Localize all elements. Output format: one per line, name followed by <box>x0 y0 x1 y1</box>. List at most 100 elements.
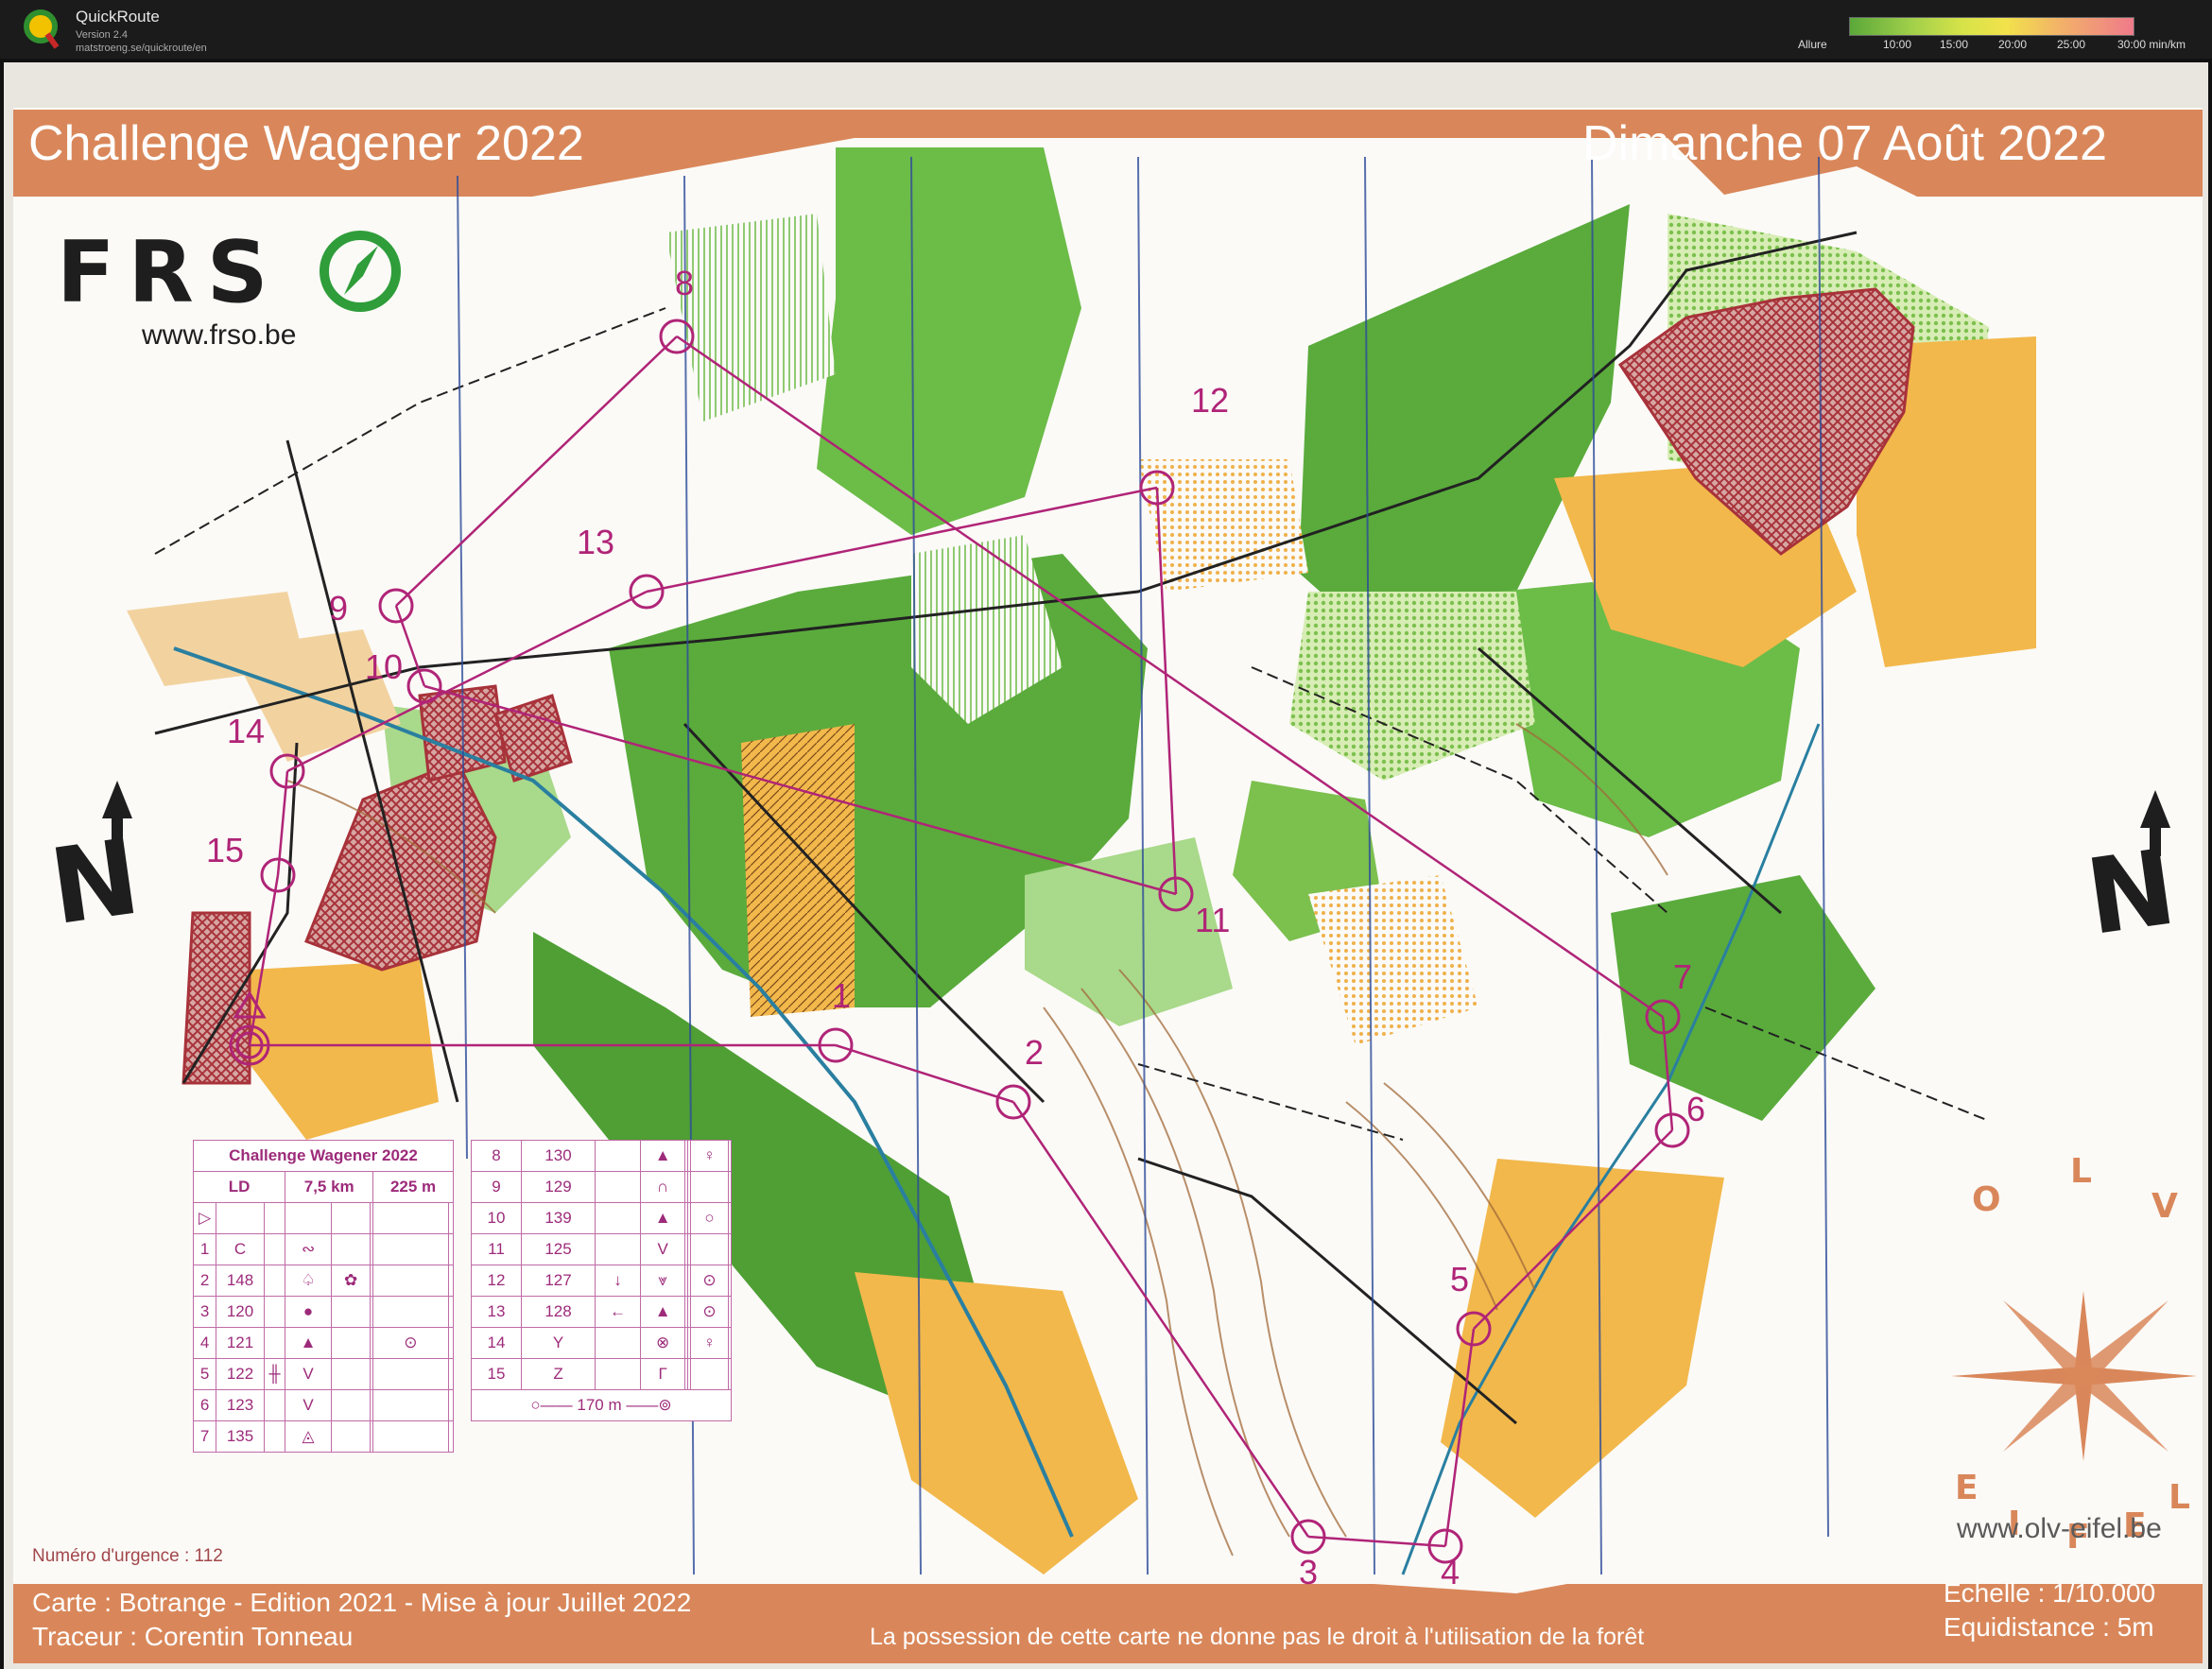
cd-symbol-icon: ∾ <box>285 1233 332 1265</box>
pace-tick: 30:00 min/km <box>2117 38 2186 51</box>
cd-control-code: 122 <box>216 1358 265 1390</box>
cd-control-number: 15 <box>471 1358 522 1390</box>
cd-symbol-icon: ∩ <box>639 1171 686 1203</box>
app-version: Version 2.4 <box>76 29 129 41</box>
cd-start-icon: ▷ <box>192 1202 217 1234</box>
cd-control-code: 129 <box>520 1171 596 1203</box>
cd-symbol-icon: ⊗ <box>639 1327 686 1359</box>
cd-control-number: 9 <box>471 1171 522 1203</box>
control-number: 9 <box>329 589 348 628</box>
north-letter: N <box>2080 826 2183 958</box>
cd-control-number: 5 <box>192 1358 217 1390</box>
cd-symbol-icon: V <box>639 1233 686 1265</box>
quickroute-logo-icon <box>24 9 60 49</box>
control-number: 4 <box>1441 1553 1460 1592</box>
cd-control-code: 128 <box>520 1296 596 1328</box>
map-scale: Echelle : 1/10.000 <box>1944 1578 2156 1608</box>
pace-tick: 20:00 <box>1998 38 2028 51</box>
cd-control-code: 120 <box>216 1296 265 1328</box>
cd-control-code: 125 <box>520 1233 596 1265</box>
cd-control-code: C <box>216 1233 265 1265</box>
cd-control-code: 148 <box>216 1265 265 1297</box>
cd-control-number: 14 <box>471 1327 522 1359</box>
pace-tick: 25:00 <box>2057 38 2086 51</box>
cd-distance: 7,5 km <box>285 1171 374 1203</box>
cd-finish-distance: 170 m <box>577 1396 622 1414</box>
control-number: 2 <box>1025 1033 1044 1072</box>
control-number: 10 <box>365 647 403 686</box>
contour-interval: Equidistance : 5m <box>1944 1612 2154 1642</box>
map-title: Challenge Wagener 2022 <box>28 116 584 171</box>
cd-control-number: 4 <box>192 1327 217 1359</box>
cd-symbol-icon: ⊙ <box>689 1296 730 1328</box>
cd-symbol-icon: ○ <box>689 1202 730 1234</box>
open-land-area <box>741 724 855 1017</box>
pace-legend-label: Allure <box>1798 38 1827 51</box>
cd-symbol-icon: ♀ <box>689 1140 730 1172</box>
cd-control-code: 139 <box>520 1202 596 1234</box>
club-letter: E <box>1955 1469 1979 1507</box>
club-letter: L <box>2070 1152 2092 1191</box>
cd-symbol-icon: ⊙ <box>689 1265 730 1297</box>
cd-symbol-icon: ⩔ <box>639 1265 686 1297</box>
pace-tick: 15:00 <box>1940 38 1969 51</box>
cd-control-code: 127 <box>520 1265 596 1297</box>
control-number: 8 <box>675 264 694 302</box>
app-url: matstroeng.se/quickroute/en <box>76 43 207 54</box>
cd-control-number: 13 <box>471 1296 522 1328</box>
club-letter: V <box>2152 1187 2178 1226</box>
federation-logo-text: FRS <box>57 223 282 322</box>
cd-symbol-icon: ▲ <box>285 1327 332 1359</box>
cd-control-number: 7 <box>192 1420 217 1453</box>
cd-control-number: 8 <box>471 1140 522 1172</box>
cd-symbol-icon: ▲ <box>639 1140 686 1172</box>
federation-url: www.frso.be <box>142 319 297 351</box>
control-number: 11 <box>1195 901 1230 939</box>
cd-control-number: 12 <box>471 1265 522 1297</box>
control-number: 14 <box>227 712 265 750</box>
open-land-area <box>250 960 439 1140</box>
control-number: 12 <box>1191 381 1229 420</box>
control-number: 3 <box>1299 1553 1318 1592</box>
cd-title: Challenge Wagener 2022 <box>193 1140 454 1172</box>
cd-control-code: 135 <box>216 1420 265 1453</box>
control-description-right: 8 130 ▲ ♀ 9 129 ∩ 10 139 ▲ ○ 11 125 V 12 127 ↓ ⩔ ⊙ 13 1… <box>471 1140 732 1421</box>
cd-finish-row: ○—— 170 m ——⊚ <box>471 1389 732 1421</box>
cd-symbol-icon: Γ <box>639 1358 686 1390</box>
cd-symbol-icon: ♤ <box>285 1265 332 1297</box>
control-number: 13 <box>577 523 614 561</box>
course-setter: Traceur : Corentin Tonneau <box>32 1622 354 1651</box>
cd-control-number: 1 <box>192 1233 217 1265</box>
cd-control-code: Z <box>520 1358 596 1390</box>
control-number: 7 <box>1673 957 1692 996</box>
control-number: 1 <box>832 976 851 1015</box>
cd-control-code: Y <box>520 1327 596 1359</box>
cd-symbol-icon: ♀ <box>689 1327 730 1359</box>
cd-symbol-icon: ● <box>285 1296 332 1328</box>
cd-symbol-icon: V <box>285 1389 332 1421</box>
cd-control-number: 3 <box>192 1296 217 1328</box>
map-info: Carte : Botrange - Edition 2021 - Mise à… <box>32 1588 692 1617</box>
usage-notice: La possession de cette carte ne donne pa… <box>870 1624 1645 1650</box>
cd-symbol-icon: ▲ <box>639 1296 686 1328</box>
cd-control-number: 6 <box>192 1389 217 1421</box>
control-number: 15 <box>206 831 244 869</box>
control-number: 6 <box>1686 1090 1705 1128</box>
cd-symbol-icon: ⊙ <box>372 1327 449 1359</box>
map-sheet[interactable]: 1 2 3 4 5 6 7 8 9 10 11 12 13 14 15 N N <box>4 62 2208 1669</box>
cd-symbol-icon: ◬ <box>285 1420 332 1453</box>
club-url: www.olv-eifel.be <box>1957 1513 2162 1544</box>
cd-symbol-icon: ↓ <box>595 1265 641 1297</box>
pace-color-scale <box>1849 17 2134 36</box>
club-letter: O <box>1972 1180 2001 1219</box>
rough-open-area <box>1138 459 1308 592</box>
cd-symbol-icon: ✿ <box>330 1265 372 1297</box>
pace-tick: 10:00 <box>1883 38 1912 51</box>
control-description-left: Challenge Wagener 2022 LD 7,5 km 225 m ▷… <box>192 1140 455 1453</box>
cd-control-number: 11 <box>471 1233 522 1265</box>
club-letter: L <box>2169 1478 2190 1517</box>
cd-symbol-icon: ▲ <box>639 1202 686 1234</box>
cd-symbol-icon: V <box>285 1358 332 1390</box>
event-date: Dimanche 07 Août 2022 <box>1582 116 2108 171</box>
control-number: 5 <box>1450 1260 1469 1299</box>
